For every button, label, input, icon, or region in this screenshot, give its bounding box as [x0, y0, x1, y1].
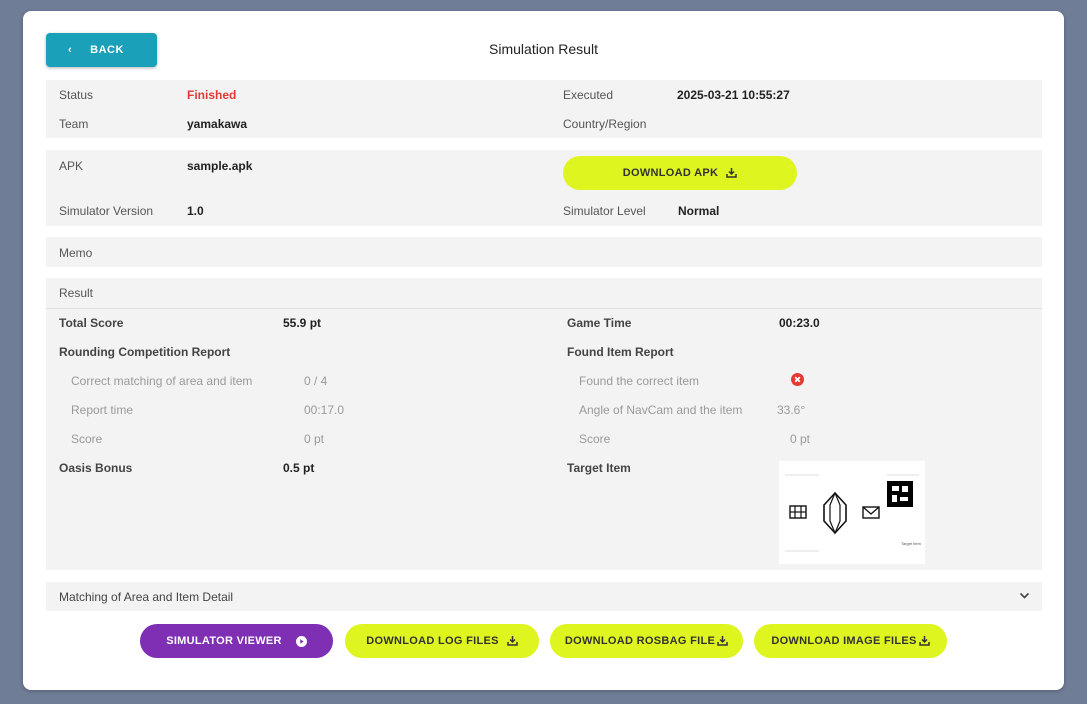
oasis-bonus-label: Oasis Bonus [59, 461, 133, 475]
download-apk-label: DOWNLOAD APK [622, 167, 719, 179]
simulator-viewer-label: SIMULATOR VIEWER [166, 635, 282, 647]
country-label: Country/Region [563, 117, 647, 131]
play-circle-icon [295, 635, 307, 647]
result-panel: Result Total Score 55.9 pt Game Time 00:… [46, 278, 1042, 570]
simulator-version-value: 1.0 [187, 204, 204, 218]
executed-label: Executed [563, 88, 614, 102]
download-image-files-button[interactable]: DOWNLOAD IMAGE FILES [754, 624, 947, 658]
found-correct-label: Found the correct item [579, 374, 700, 388]
apk-value: sample.apk [187, 159, 253, 173]
download-icon [918, 636, 930, 646]
target-item-label: Target Item [567, 461, 631, 475]
target-image-caption: Target Item [900, 541, 921, 546]
status-label: Status [59, 88, 94, 102]
found-item-report-label: Found Item Report [567, 345, 674, 359]
rounding-score-label: Score [71, 432, 103, 446]
game-time-value: 00:23.0 [779, 316, 820, 330]
team-label: Team [59, 117, 89, 131]
target-item-image: Target Item [779, 461, 925, 564]
angle-value: 33.6° [777, 403, 806, 417]
error-circle-icon [791, 373, 804, 386]
status-value: Finished [187, 88, 237, 102]
result-card: ‹ BACK Simulation Result Status Finished… [23, 11, 1064, 690]
download-log-files-button[interactable]: DOWNLOAD LOG FILES [345, 624, 539, 658]
download-rosbag-file-button[interactable]: DOWNLOAD ROSBAG FILE [550, 624, 743, 658]
report-time-label: Report time [71, 403, 134, 417]
found-score-value: 0 pt [790, 432, 811, 446]
download-apk-button[interactable]: DOWNLOAD APK [563, 156, 797, 190]
simulator-version-label: Simulator Version [59, 204, 154, 218]
correct-matching-label: Correct matching of area and item [71, 374, 253, 388]
target-item-picture [785, 474, 919, 552]
info-panel: Status Finished Executed 2025-03-21 10:5… [46, 80, 1042, 138]
download-rosbag-file-label: DOWNLOAD ROSBAG FILE [564, 635, 716, 647]
game-time-label: Game Time [567, 316, 632, 330]
simulator-viewer-button[interactable]: SIMULATOR VIEWER [140, 624, 333, 658]
download-image-files-label: DOWNLOAD IMAGE FILES [771, 635, 917, 647]
report-time-value: 00:17.0 [304, 403, 345, 417]
download-log-files-label: DOWNLOAD LOG FILES [366, 635, 499, 647]
download-icon [717, 636, 728, 646]
memo-label: Memo [59, 246, 93, 260]
simulator-level-label: Simulator Level [563, 204, 646, 218]
download-icon [507, 636, 518, 646]
matching-detail-panel[interactable]: Matching of Area and Item Detail [46, 582, 1042, 611]
rounding-report-label: Rounding Competition Report [59, 345, 231, 359]
memo-panel: Memo [46, 237, 1042, 267]
apk-label: APK [59, 159, 84, 173]
matching-detail-label: Matching of Area and Item Detail [59, 590, 234, 604]
correct-matching-value: 0 / 4 [304, 374, 328, 388]
result-divider [46, 308, 1042, 309]
total-score-value: 55.9 pt [283, 316, 322, 330]
result-label: Result [59, 286, 94, 300]
angle-label: Angle of NavCam and the item [579, 403, 743, 417]
chevron-down-icon[interactable] [1019, 592, 1030, 600]
download-icon [726, 168, 737, 178]
simulator-level-value: Normal [678, 204, 720, 218]
found-score-label: Score [579, 432, 611, 446]
oasis-bonus-value: 0.5 pt [283, 461, 315, 475]
rounding-score-value: 0 pt [304, 432, 325, 446]
team-value: yamakawa [187, 117, 248, 131]
executed-value: 2025-03-21 10:55:27 [677, 88, 790, 102]
apk-panel: APK sample.apk DOWNLOAD APK Simulator Ve… [46, 150, 1042, 226]
total-score-label: Total Score [59, 316, 124, 330]
page-title: Simulation Result [489, 41, 598, 57]
